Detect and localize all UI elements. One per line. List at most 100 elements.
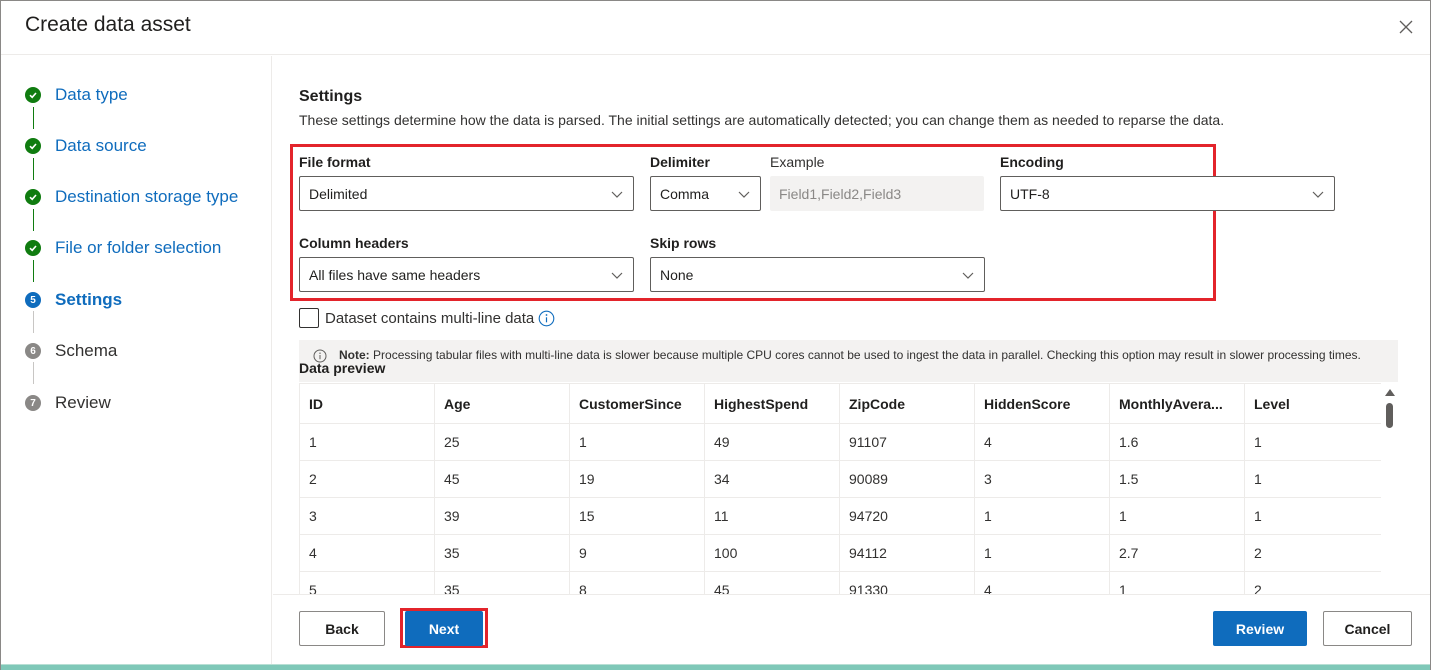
step-number-badge: 7 <box>25 395 41 411</box>
table-cell: 1 <box>974 497 1110 535</box>
note-text: Note: Processing tabular files with mult… <box>339 348 1388 362</box>
table-cell: 8 <box>569 571 705 594</box>
scroll-up-arrow-icon[interactable] <box>1385 389 1395 396</box>
step-label: Data type <box>55 85 128 104</box>
table-row: 1 25 1 49 91107 4 1.6 1 <box>299 423 1382 461</box>
review-button[interactable]: Review <box>1213 611 1307 646</box>
table-scrollbar[interactable] <box>1381 383 1397 594</box>
table-cell: 91107 <box>839 423 975 461</box>
table-cell: 9 <box>569 534 705 572</box>
column-header[interactable]: CustomerSince <box>569 383 705 424</box>
step-connector <box>33 311 34 333</box>
close-button[interactable] <box>1394 15 1418 39</box>
file-format-dropdown[interactable]: Delimited <box>299 176 634 211</box>
file-format-value: Delimited <box>309 185 368 202</box>
multiline-checkbox[interactable] <box>299 308 319 328</box>
section-title: Settings <box>299 88 363 105</box>
chevron-down-icon <box>1312 191 1324 198</box>
column-header[interactable]: HighestSpend <box>704 383 840 424</box>
table-cell: 5 <box>299 571 435 594</box>
column-header[interactable]: Age <box>434 383 570 424</box>
step-data-type[interactable]: Data type <box>25 83 128 107</box>
step-label: Data source <box>55 136 147 155</box>
table-cell: 2.7 <box>1109 534 1245 572</box>
table-cell: 100 <box>704 534 840 572</box>
encoding-label: Encoding <box>1000 154 1064 170</box>
multiline-checkbox-label[interactable]: Dataset contains multi-line data <box>325 310 534 327</box>
step-label: Schema <box>55 341 118 360</box>
table-cell: 35 <box>434 571 570 594</box>
step-label: File or folder selection <box>55 238 222 257</box>
chevron-down-icon <box>611 191 623 198</box>
table-cell: 4 <box>974 423 1110 461</box>
table-cell: 1 <box>1244 460 1382 498</box>
next-button[interactable]: Next <box>405 611 483 646</box>
table-cell: 4 <box>974 571 1110 594</box>
check-icon <box>25 87 41 103</box>
table-cell: 1 <box>1244 497 1382 535</box>
dialog-title: Create data asset <box>25 13 191 36</box>
table-cell: 4 <box>299 534 435 572</box>
step-label: Review <box>55 393 111 412</box>
multiline-note: Note: Processing tabular files with mult… <box>299 340 1398 382</box>
table-cell: 1 <box>299 423 435 461</box>
table-row: 4 35 9 100 94112 1 2.7 2 <box>299 534 1382 572</box>
step-review[interactable]: 7 Review <box>25 391 111 415</box>
table-cell: 3 <box>974 460 1110 498</box>
step-destination-storage-type[interactable]: Destination storage type <box>25 185 238 209</box>
dialog-header: Create data asset <box>1 1 1430 55</box>
table-cell: 15 <box>569 497 705 535</box>
info-icon[interactable] <box>538 310 555 327</box>
note-body: Processing tabular files with multi-line… <box>373 348 1361 362</box>
table-cell: 90089 <box>839 460 975 498</box>
delimiter-value: Comma <box>660 185 710 202</box>
table-cell: 1.5 <box>1109 460 1245 498</box>
step-file-or-folder-selection[interactable]: File or folder selection <box>25 236 221 260</box>
step-number-badge: 5 <box>25 292 41 308</box>
back-button[interactable]: Back <box>299 611 385 646</box>
column-header[interactable]: ZipCode <box>839 383 975 424</box>
section-description: These settings determine how the data is… <box>299 112 1225 128</box>
step-label: Settings <box>55 290 123 309</box>
check-icon <box>25 138 41 154</box>
check-icon <box>25 189 41 205</box>
scroll-thumb[interactable] <box>1386 403 1393 428</box>
column-header[interactable]: MonthlyAvera... <box>1109 383 1245 424</box>
step-schema[interactable]: 6 Schema <box>25 339 117 363</box>
step-connector <box>33 158 34 180</box>
cancel-button[interactable]: Cancel <box>1323 611 1412 646</box>
chevron-down-icon <box>611 272 623 279</box>
table-cell: 1 <box>1109 571 1245 594</box>
encoding-value: UTF-8 <box>1010 185 1050 202</box>
table-cell: 94720 <box>839 497 975 535</box>
step-data-source[interactable]: Data source <box>25 134 147 158</box>
table-header-row: ID Age CustomerSince HighestSpend ZipCod… <box>299 383 1382 424</box>
skip-rows-value: None <box>660 266 694 283</box>
delimiter-dropdown[interactable]: Comma <box>650 176 761 211</box>
data-preview-title: Data preview <box>299 360 386 376</box>
chevron-down-icon <box>962 272 974 279</box>
table-cell: 1.6 <box>1109 423 1245 461</box>
skip-rows-dropdown[interactable]: None <box>650 257 985 292</box>
delimiter-label: Delimiter <box>650 154 710 170</box>
table-cell: 19 <box>569 460 705 498</box>
column-headers-dropdown[interactable]: All files have same headers <box>299 257 634 292</box>
table-cell: 45 <box>704 571 840 594</box>
check-icon <box>25 240 41 256</box>
table-row: 2 45 19 34 90089 3 1.5 1 <box>299 460 1382 498</box>
multiline-checkbox-row: Dataset contains multi-line data <box>299 307 555 329</box>
create-data-asset-dialog: Create data asset Data type Data source <box>0 0 1431 670</box>
table-row: 5 35 8 45 91330 4 1 2 <box>299 571 1382 594</box>
table-cell: 1 <box>1244 423 1382 461</box>
step-settings[interactable]: 5 Settings <box>25 288 122 312</box>
step-label: Destination storage type <box>55 187 239 206</box>
table-cell: 2 <box>299 460 435 498</box>
column-header[interactable]: ID <box>299 383 435 424</box>
step-connector <box>33 209 34 231</box>
table-cell: 39 <box>434 497 570 535</box>
table-cell: 11 <box>704 497 840 535</box>
encoding-dropdown[interactable]: UTF-8 <box>1000 176 1335 211</box>
column-header[interactable]: HiddenScore <box>974 383 1110 424</box>
column-header[interactable]: Level <box>1244 383 1382 424</box>
table-cell: 2 <box>1244 534 1382 572</box>
